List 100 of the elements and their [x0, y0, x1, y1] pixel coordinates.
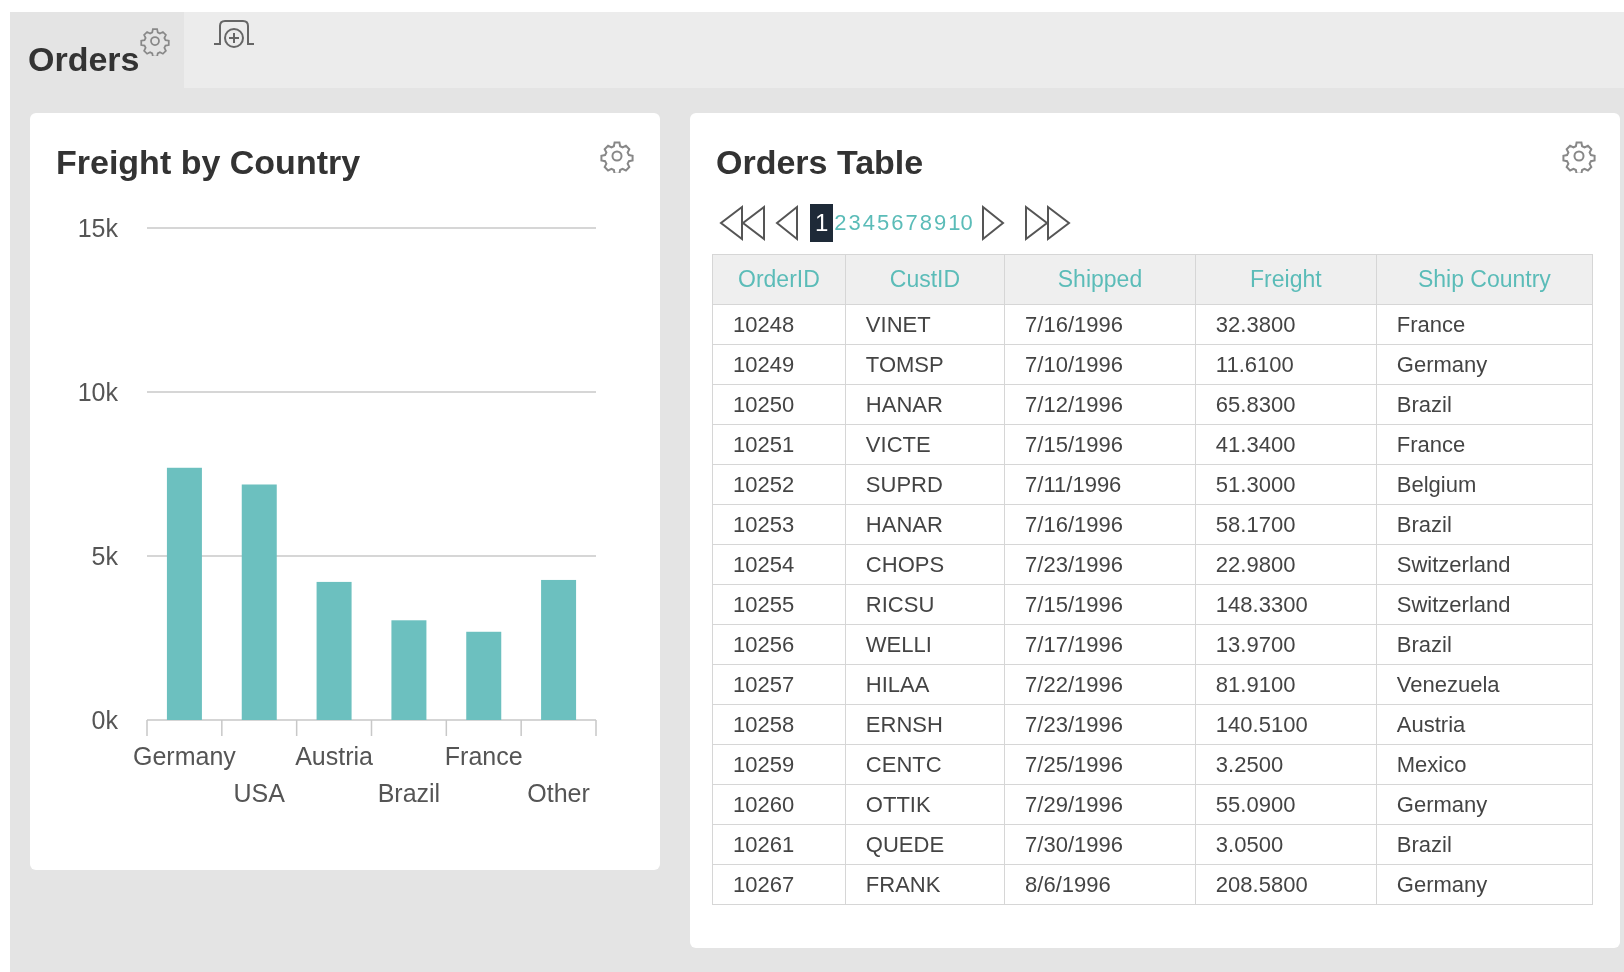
current-page[interactable]: 1 — [810, 204, 834, 242]
table-cell: 7/16/1996 — [1004, 304, 1196, 345]
page-link[interactable]: 5 — [876, 204, 891, 242]
table-cell: SUPRD — [845, 464, 1005, 505]
axis-label: Other — [527, 779, 590, 807]
tab[interactable]: Orders — [10, 12, 184, 88]
table-cell: 11.6100 — [1195, 344, 1377, 385]
table-cell: Venezuela — [1376, 664, 1593, 705]
table-cell: Switzerland — [1376, 544, 1593, 585]
column-header: Freight — [1195, 254, 1377, 305]
table-cell: 10257 — [712, 664, 846, 705]
page-link[interactable]: 6 — [890, 204, 905, 242]
table-cell: 10259 — [712, 744, 846, 785]
table-cell: 10255 — [712, 584, 846, 625]
table-cell: 58.1700 — [1195, 504, 1377, 545]
table-cell: 7/11/1996 — [1004, 464, 1196, 505]
table-cell: Germany — [1376, 344, 1593, 385]
axis-label: 15k — [77, 214, 118, 242]
axis-label: Germany — [133, 742, 236, 770]
table-cell: HANAR — [845, 384, 1005, 425]
table-cell: ERNSH — [845, 704, 1005, 745]
table-cell: 7/15/1996 — [1004, 584, 1196, 625]
table-cell: 7/23/1996 — [1004, 704, 1196, 745]
page-link[interactable]: 7 — [904, 204, 919, 242]
table-cell: 8/6/1996 — [1004, 864, 1196, 905]
axis-label: Brazil — [377, 779, 441, 807]
table-cell: 13.9700 — [1195, 624, 1377, 665]
table-cell: 7/23/1996 — [1004, 544, 1196, 585]
table-cell: 148.3300 — [1195, 584, 1377, 625]
table-cell: FRANK — [845, 864, 1005, 905]
table-cell: 10258 — [712, 704, 846, 745]
table-cell: 10267 — [712, 864, 846, 905]
table-cell: 81.9100 — [1195, 664, 1377, 705]
column-header: CustID — [845, 254, 1005, 305]
table-cell: 10260 — [712, 784, 846, 825]
first-page-icon[interactable] — [718, 204, 768, 242]
table-cell: 55.0900 — [1195, 784, 1377, 825]
table-cell: 10261 — [712, 824, 846, 865]
axis-label: Austria — [295, 742, 373, 770]
table-cell: 7/29/1996 — [1004, 784, 1196, 825]
table-cell: TOMSP — [845, 344, 1005, 385]
page-link[interactable]: 8 — [918, 204, 934, 242]
page-link[interactable]: 3 — [847, 204, 862, 242]
table-cell: 3.0500 — [1195, 824, 1377, 865]
axis-label: 10k — [77, 378, 118, 406]
next-page-icon[interactable] — [979, 204, 1006, 242]
table-cell: Brazil — [1376, 384, 1593, 425]
table-cell: HILAA — [845, 664, 1005, 705]
table-cell: QUEDE — [845, 824, 1005, 865]
column-header: OrderID — [712, 254, 846, 305]
table-cell: Mexico — [1376, 744, 1593, 785]
table-cell: 7/10/1996 — [1004, 344, 1196, 385]
table-cell: 7/17/1996 — [1004, 624, 1196, 665]
table-cell: 51.3000 — [1195, 464, 1377, 505]
table-cell: Brazil — [1376, 624, 1593, 665]
table-cell: 10256 — [712, 624, 846, 665]
column-header: Shipped — [1004, 254, 1196, 305]
table-cell: 7/16/1996 — [1004, 504, 1196, 545]
column-header: Ship Country — [1376, 254, 1593, 305]
table-cell: Belgium — [1376, 464, 1593, 505]
table-cell: WELLI — [845, 624, 1005, 665]
table-cell: 7/25/1996 — [1004, 744, 1196, 785]
page-link[interactable]: 10 — [947, 204, 974, 242]
axis-label: USA — [233, 779, 285, 807]
table-cell: 10252 — [712, 464, 846, 505]
chart-title: Freight by Country — [56, 142, 361, 183]
table-cell: 7/15/1996 — [1004, 424, 1196, 465]
page-link[interactable]: 9 — [933, 204, 948, 242]
table-cell: 208.5800 — [1195, 864, 1377, 905]
previous-page-icon[interactable] — [774, 204, 800, 242]
table-cell: 10253 — [712, 504, 846, 545]
axis-label: 0k — [91, 706, 118, 734]
table-cell: France — [1376, 424, 1593, 465]
table-cell: Germany — [1376, 864, 1593, 905]
table-cell: France — [1376, 304, 1593, 345]
table-cell: 7/22/1996 — [1004, 664, 1196, 705]
table-cell: OTTIK — [845, 784, 1005, 825]
table-title: Orders Table — [716, 142, 924, 183]
table-cell: 7/30/1996 — [1004, 824, 1196, 865]
table-cell: 3.2500 — [1195, 744, 1377, 785]
settings-icon[interactable] — [1562, 139, 1596, 173]
settings-icon[interactable] — [139, 26, 170, 56]
table-cell: 65.8300 — [1195, 384, 1377, 425]
table-cell: 10249 — [712, 344, 846, 385]
page-link[interactable]: 4 — [861, 204, 877, 242]
table-cell: 10254 — [712, 544, 846, 585]
table-cell: RICSU — [845, 584, 1005, 625]
settings-icon[interactable] — [600, 139, 634, 173]
table-cell: CHOPS — [845, 544, 1005, 585]
table-cell: 22.9800 — [1195, 544, 1377, 585]
table-cell: HANAR — [845, 504, 1005, 545]
table-cell: 32.3800 — [1195, 304, 1377, 345]
page-link[interactable]: 2 — [833, 204, 848, 242]
table-cell: 41.3400 — [1195, 424, 1377, 465]
table-cell: VINET — [845, 304, 1005, 345]
table-cell: 10251 — [712, 424, 846, 465]
table-cell: Austria — [1376, 704, 1593, 745]
table-cell: VICTE — [845, 424, 1005, 465]
table-cell: CENTC — [845, 744, 1005, 785]
table-cell: 140.5100 — [1195, 704, 1377, 745]
